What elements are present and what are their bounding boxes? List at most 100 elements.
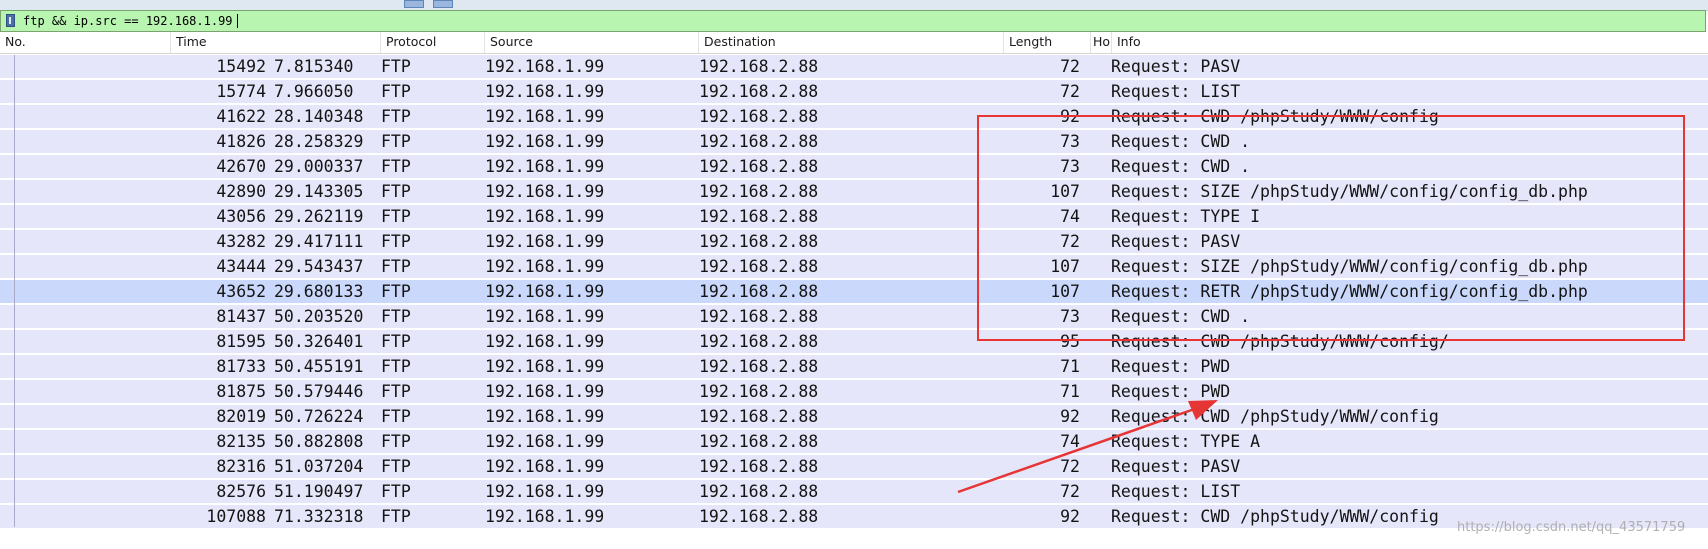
packet-time-cell: 29.000337 bbox=[274, 157, 364, 176]
column-header-time[interactable]: Time bbox=[171, 32, 381, 53]
packet-time-cell: 29.143305 bbox=[274, 182, 364, 201]
packet-length-cell: 73 bbox=[1060, 132, 1080, 151]
packet-row[interactable]: 42890 29.143305 FTP 192.168.1.99 192.168.2.8… bbox=[0, 180, 1708, 203]
packet-row[interactable]: 15492 7.815340 FTP 192.168.1.99 192.168.2.88… bbox=[0, 55, 1708, 78]
packet-protocol-cell: FTP bbox=[381, 232, 411, 251]
packet-length-cell: 73 bbox=[1060, 307, 1080, 326]
toolbar-button[interactable] bbox=[433, 0, 453, 8]
packet-source-cell: 192.168.1.99 bbox=[485, 507, 605, 526]
toolbar-button[interactable] bbox=[404, 0, 424, 8]
tree-guide-line bbox=[14, 55, 15, 527]
packet-no-cell: 82576 bbox=[216, 482, 266, 501]
packet-info-cell: Request: SIZE /phpStudy/WWW/config/confi… bbox=[1111, 182, 1588, 201]
packet-no-cell: 82316 bbox=[216, 457, 266, 476]
column-header-destination[interactable]: Destination bbox=[699, 32, 1004, 53]
packet-no-cell: 107088 bbox=[206, 507, 266, 526]
packet-destination-cell: 192.168.2.88 bbox=[699, 132, 819, 151]
column-header-ho[interactable]: Ho bbox=[1091, 32, 1112, 53]
packet-row[interactable]: 43056 29.262119 FTP 192.168.1.99 192.168.2.8… bbox=[0, 205, 1708, 228]
packet-protocol-cell: FTP bbox=[381, 107, 411, 126]
packet-row[interactable]: 43652 29.680133 FTP 192.168.1.99 192.168.2.8… bbox=[0, 280, 1708, 303]
packet-length-cell: 95 bbox=[1060, 332, 1080, 351]
packet-destination-cell: 192.168.2.88 bbox=[699, 257, 819, 276]
packet-source-cell: 192.168.1.99 bbox=[485, 257, 605, 276]
packet-time-cell: 29.262119 bbox=[274, 207, 364, 226]
packet-row[interactable]: 43282 29.417111 FTP 192.168.1.99 192.168.2.8… bbox=[0, 230, 1708, 253]
packet-destination-cell: 192.168.2.88 bbox=[699, 107, 819, 126]
packet-destination-cell: 192.168.2.88 bbox=[699, 357, 819, 376]
packet-row[interactable]: 43444 29.543437 FTP 192.168.1.99 192.168.2.8… bbox=[0, 255, 1708, 278]
packet-destination-cell: 192.168.2.88 bbox=[699, 182, 819, 201]
packet-time-cell: 50.579446 bbox=[274, 382, 364, 401]
packet-protocol-cell: FTP bbox=[381, 407, 411, 426]
packet-no-cell: 43282 bbox=[216, 232, 266, 251]
packet-destination-cell: 192.168.2.88 bbox=[699, 507, 819, 526]
packet-row[interactable]: 82019 50.726224 FTP 192.168.1.99 192.168.2.8… bbox=[0, 405, 1708, 428]
column-header-no[interactable]: No. bbox=[0, 32, 171, 53]
packet-source-cell: 192.168.1.99 bbox=[485, 157, 605, 176]
packet-destination-cell: 192.168.2.88 bbox=[699, 382, 819, 401]
packet-time-cell: 29.417111 bbox=[274, 232, 364, 251]
packet-source-cell: 192.168.1.99 bbox=[485, 232, 605, 251]
packet-time-cell: 50.882808 bbox=[274, 432, 364, 451]
column-header-source[interactable]: Source bbox=[485, 32, 699, 53]
column-header-protocol[interactable]: Protocol bbox=[381, 32, 485, 53]
packet-length-cell: 72 bbox=[1060, 57, 1080, 76]
packet-time-cell: 50.203520 bbox=[274, 307, 364, 326]
packet-row[interactable]: 15774 7.966050 FTP 192.168.1.99 192.168.2.88… bbox=[0, 80, 1708, 103]
packet-length-cell: 73 bbox=[1060, 157, 1080, 176]
packet-length-cell: 72 bbox=[1060, 232, 1080, 251]
packet-row[interactable]: 81437 50.203520 FTP 192.168.1.99 192.168.2.8… bbox=[0, 305, 1708, 328]
packet-no-cell: 15774 bbox=[216, 82, 266, 101]
packet-info-cell: Request: SIZE /phpStudy/WWW/config/confi… bbox=[1111, 257, 1588, 276]
packet-no-cell: 81595 bbox=[216, 332, 266, 351]
packet-info-cell: Request: CWD /phpStudy/WWW/config bbox=[1111, 107, 1439, 126]
packet-row[interactable]: 107088 71.332318 FTP 192.168.1.99 192.168.2.… bbox=[0, 505, 1708, 528]
packet-time-cell: 51.190497 bbox=[274, 482, 364, 501]
packet-destination-cell: 192.168.2.88 bbox=[699, 407, 819, 426]
packet-row[interactable]: 81595 50.326401 FTP 192.168.1.99 192.168.2.8… bbox=[0, 330, 1708, 353]
packet-info-cell: Request: CWD /phpStudy/WWW/config/ bbox=[1111, 332, 1449, 351]
packet-source-cell: 192.168.1.99 bbox=[485, 357, 605, 376]
column-header-length[interactable]: Length bbox=[1004, 32, 1091, 53]
packet-no-cell: 41622 bbox=[216, 107, 266, 126]
packet-source-cell: 192.168.1.99 bbox=[485, 82, 605, 101]
column-header-info[interactable]: Info bbox=[1112, 32, 1708, 53]
packet-protocol-cell: FTP bbox=[381, 432, 411, 451]
packet-protocol-cell: FTP bbox=[381, 482, 411, 501]
packet-row[interactable]: 82135 50.882808 FTP 192.168.1.99 192.168.2.8… bbox=[0, 430, 1708, 453]
packet-destination-cell: 192.168.2.88 bbox=[699, 57, 819, 76]
packet-info-cell: Request: CWD /phpStudy/WWW/config bbox=[1111, 507, 1439, 526]
packet-destination-cell: 192.168.2.88 bbox=[699, 82, 819, 101]
packet-time-cell: 50.726224 bbox=[274, 407, 364, 426]
packet-protocol-cell: FTP bbox=[381, 457, 411, 476]
packet-no-cell: 82019 bbox=[216, 407, 266, 426]
packet-protocol-cell: FTP bbox=[381, 507, 411, 526]
packet-list-header: No. Time Protocol Source Destination Len… bbox=[0, 32, 1708, 54]
packet-row[interactable]: 82316 51.037204 FTP 192.168.1.99 192.168.2.8… bbox=[0, 455, 1708, 478]
packet-info-cell: Request: CWD . bbox=[1111, 307, 1251, 326]
display-filter-input[interactable] bbox=[23, 11, 1693, 31]
packet-info-cell: Request: PWD bbox=[1111, 357, 1231, 376]
packet-no-cell: 81733 bbox=[216, 357, 266, 376]
packet-time-cell: 50.455191 bbox=[274, 357, 364, 376]
packet-row[interactable]: 81733 50.455191 FTP 192.168.1.99 192.168.2.8… bbox=[0, 355, 1708, 378]
text-caret bbox=[237, 14, 238, 28]
packet-length-cell: 92 bbox=[1060, 507, 1080, 526]
packet-source-cell: 192.168.1.99 bbox=[485, 207, 605, 226]
packet-length-cell: 72 bbox=[1060, 457, 1080, 476]
packet-row[interactable]: 81875 50.579446 FTP 192.168.1.99 192.168.2.8… bbox=[0, 380, 1708, 403]
packet-row[interactable]: 41826 28.258329 FTP 192.168.1.99 192.168.2.8… bbox=[0, 130, 1708, 153]
packet-info-cell: Request: CWD /phpStudy/WWW/config bbox=[1111, 407, 1439, 426]
packet-info-cell: Request: RETR /phpStudy/WWW/config/confi… bbox=[1111, 282, 1588, 301]
packet-protocol-cell: FTP bbox=[381, 307, 411, 326]
packet-row[interactable]: 82576 51.190497 FTP 192.168.1.99 192.168.2.8… bbox=[0, 480, 1708, 503]
bookmark-icon[interactable] bbox=[6, 14, 15, 27]
packet-source-cell: 192.168.1.99 bbox=[485, 132, 605, 151]
packet-row[interactable]: 41622 28.140348 FTP 192.168.1.99 192.168.2.8… bbox=[0, 105, 1708, 128]
packet-info-cell: Request: CWD . bbox=[1111, 157, 1251, 176]
packet-time-cell: 7.815340 bbox=[274, 57, 354, 76]
packet-length-cell: 72 bbox=[1060, 82, 1080, 101]
packet-row[interactable]: 42670 29.000337 FTP 192.168.1.99 192.168.2.8… bbox=[0, 155, 1708, 178]
packet-length-cell: 92 bbox=[1060, 407, 1080, 426]
